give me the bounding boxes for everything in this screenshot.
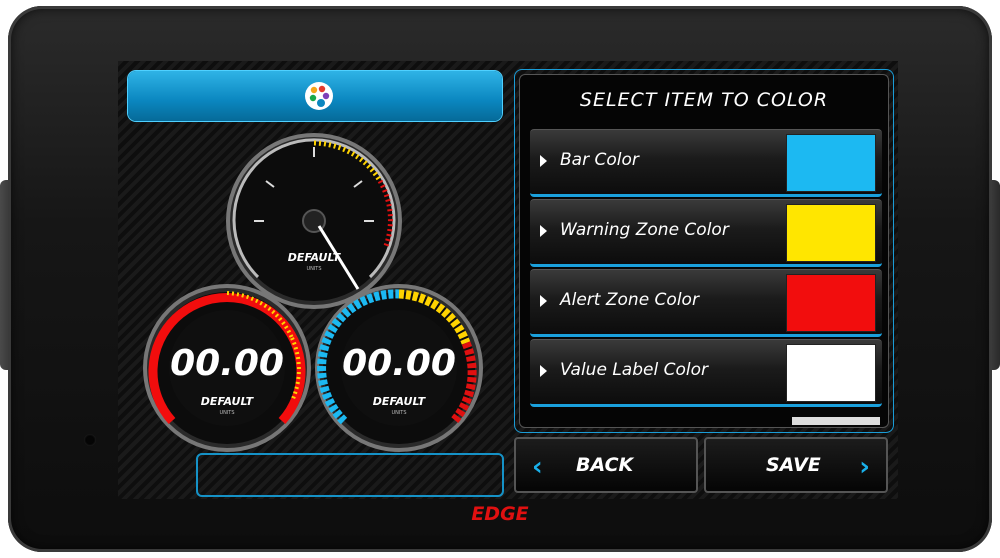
back-button[interactable]: ‹ BACK (514, 437, 698, 493)
color-item-label: Value Label Color (560, 360, 708, 380)
edge-logo: EDGE (471, 503, 529, 525)
color-swatch[interactable] (786, 274, 876, 332)
device-bezel: DEFAULT UNITS 00.00 DEFAULT UNITS 00.00 … (8, 6, 992, 552)
color-item-alert-zone[interactable]: Alert Zone Color (530, 269, 882, 337)
save-button[interactable]: SAVE › (704, 437, 888, 493)
right-gauge-units: UNITS (391, 410, 407, 416)
right-gauge[interactable]: 00.00 DEFAULT UNITS (314, 283, 484, 453)
panel-title: SELECT ITEM TO COLOR (579, 89, 829, 111)
left-gauge[interactable]: 00.00 DEFAULT UNITS (142, 283, 312, 453)
screen-frame-bottom (196, 453, 504, 497)
color-item-label: Alert Zone Color (560, 290, 699, 310)
color-swatch[interactable] (786, 134, 876, 192)
chevron-right-icon (540, 295, 547, 307)
back-button-label: BACK (576, 454, 634, 476)
color-swatch[interactable] (786, 204, 876, 262)
color-item-label: Bar Color (560, 150, 639, 170)
chevron-left-icon: ‹ (532, 452, 543, 482)
save-button-label: SAVE (766, 454, 821, 476)
color-item-warning-zone[interactable]: Warning Zone Color (530, 199, 882, 267)
color-item-label: Warning Zone Color (560, 220, 729, 240)
color-select-panel: SELECT ITEM TO COLOR Bar Color Warning Z… (514, 69, 894, 433)
gauge-header-bar[interactable] (128, 71, 502, 121)
palette-icon (305, 82, 333, 110)
chevron-right-icon (540, 225, 547, 237)
top-gauge-units: UNITS (306, 266, 322, 272)
chevron-right-icon (540, 155, 547, 167)
left-gauge-units: UNITS (219, 410, 235, 416)
right-gauge-label: DEFAULT (372, 395, 426, 408)
left-gauge-label: DEFAULT (200, 395, 254, 408)
color-item-bar[interactable]: Bar Color (530, 129, 882, 197)
color-item-value-label[interactable]: Value Label Color (530, 339, 882, 407)
color-select-list: SELECT ITEM TO COLOR Bar Color Warning Z… (519, 74, 889, 428)
next-item-partial (792, 417, 880, 425)
chevron-right-icon (540, 365, 547, 377)
device-screen: DEFAULT UNITS 00.00 DEFAULT UNITS 00.00 … (118, 61, 898, 499)
right-gauge-value: 00.00 (342, 343, 456, 384)
color-swatch[interactable] (786, 344, 876, 402)
left-gauge-value: 00.00 (170, 343, 284, 384)
light-sensor (84, 434, 96, 446)
chevron-right-icon: › (859, 452, 870, 482)
top-gauge-label: DEFAULT (287, 251, 341, 264)
